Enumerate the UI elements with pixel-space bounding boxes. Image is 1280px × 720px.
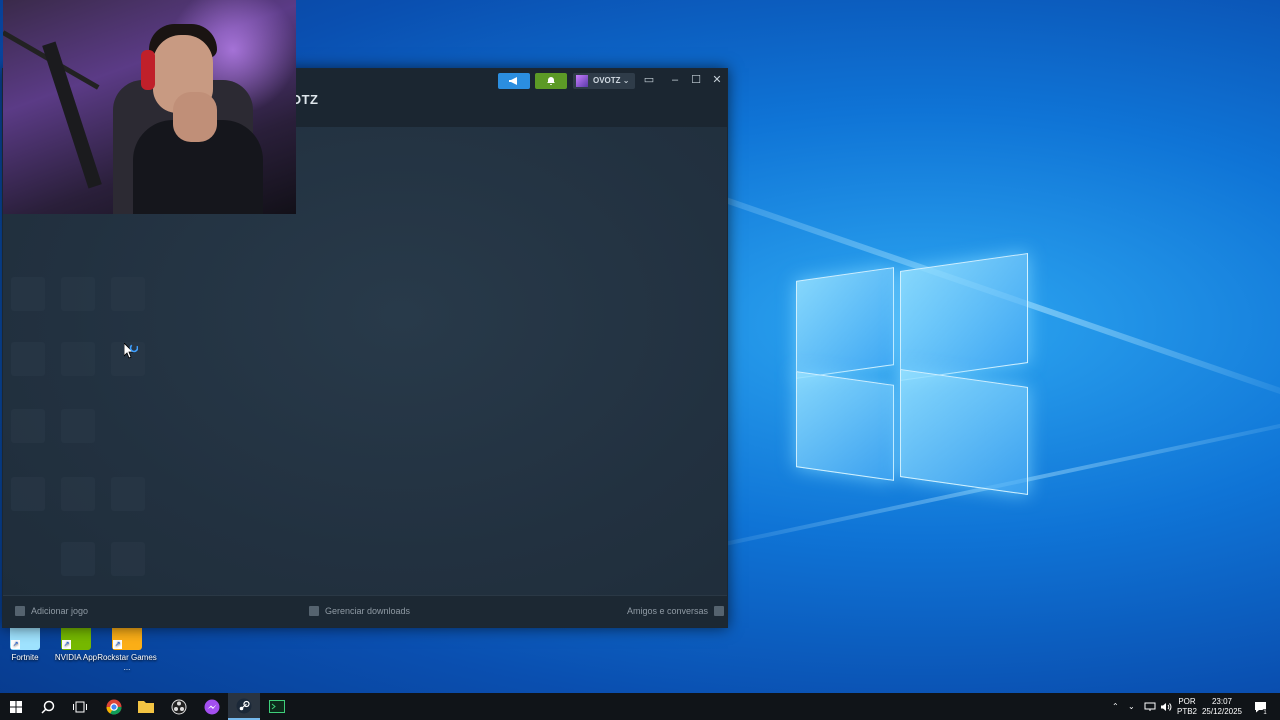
game-tile-placeholder — [61, 277, 95, 311]
clock-date: 25/12/2025 — [1201, 706, 1243, 716]
chrome-icon — [106, 699, 122, 715]
steam-footer: Adicionar jogo Gerenciar downloads Amigo… — [3, 595, 727, 627]
action-center-button[interactable]: 1 — [1250, 693, 1270, 720]
game-tile-placeholder — [111, 277, 145, 311]
speaker-icon — [1161, 702, 1172, 711]
add-game-button[interactable]: Adicionar jogo — [15, 606, 88, 616]
keyboard-layout: PTB2 — [1176, 706, 1197, 716]
tray-expand[interactable]: ⌄ — [1128, 693, 1135, 720]
search-button[interactable] — [32, 693, 64, 720]
game-tile-placeholder — [61, 409, 95, 443]
language-code: POR — [1178, 696, 1196, 706]
webcam-overlay — [3, 0, 296, 214]
manage-downloads-button[interactable]: Gerenciar downloads — [309, 606, 410, 616]
game-tile-placeholder — [11, 477, 45, 511]
big-picture-icon[interactable]: ▭ — [641, 72, 657, 88]
close-button[interactable]: ✕ — [709, 72, 725, 88]
chrome-taskbar-button[interactable] — [98, 693, 130, 720]
game-tile-placeholder — [61, 477, 95, 511]
notification-count: 1 — [1261, 709, 1269, 717]
steam-taskbar-button[interactable] — [228, 693, 260, 720]
input-language-button[interactable]: POR PTB2 — [1176, 693, 1198, 720]
file-explorer-taskbar-button[interactable] — [130, 693, 162, 720]
game-tile-placeholder — [11, 409, 45, 443]
messenger-icon — [204, 699, 220, 714]
bell-icon — [547, 77, 555, 85]
game-tile-placeholder — [111, 542, 145, 576]
network-button[interactable] — [1144, 693, 1156, 720]
taskbar: ⌃ ⌄ POR PTB2 23:07 25/12/2025 1 — [0, 693, 1280, 720]
terminal-taskbar-button[interactable] — [261, 693, 293, 720]
volume-button[interactable] — [1160, 693, 1172, 720]
game-tile-placeholder — [61, 342, 95, 376]
download-icon — [309, 606, 319, 616]
announcements-button[interactable] — [498, 73, 530, 89]
windows-start-icon — [10, 700, 22, 713]
network-icon — [1144, 702, 1156, 711]
busy-cursor-icon — [124, 343, 138, 359]
plus-icon — [15, 606, 25, 616]
clock-time: 23:07 — [1211, 696, 1233, 706]
megaphone-icon — [509, 77, 517, 85]
terminal-icon — [269, 700, 285, 713]
add-game-label: Adicionar jogo — [31, 606, 89, 616]
manage-downloads-label: Gerenciar downloads — [325, 606, 411, 616]
account-menu-button[interactable]: OVOTZ ⌄ — [573, 73, 635, 89]
friends-chat-button[interactable]: Amigos e conversas — [627, 606, 725, 616]
steam-icon — [236, 698, 252, 713]
search-icon — [41, 700, 55, 714]
start-button[interactable] — [0, 693, 32, 720]
friends-chat-label: Amigos e conversas — [627, 606, 709, 616]
obs-icon — [171, 699, 187, 714]
game-tile-placeholder — [11, 342, 45, 376]
game-tile-placeholder — [61, 542, 95, 576]
chevron-down-icon: ⌄ — [622, 76, 630, 85]
minimize-button[interactable]: – — [667, 72, 683, 88]
task-view-button[interactable] — [64, 693, 96, 720]
game-tile-placeholder — [11, 277, 45, 311]
task-view-icon — [73, 701, 87, 712]
messenger-taskbar-button[interactable] — [196, 693, 228, 720]
obs-taskbar-button[interactable] — [163, 693, 195, 720]
notifications-button[interactable] — [535, 73, 567, 89]
avatar — [576, 75, 588, 87]
folder-icon — [138, 701, 154, 713]
chevron-down-icon: ⌄ — [1128, 702, 1135, 711]
windows-logo-wallpaper — [796, 253, 1028, 495]
desktop-icon-label: Rockstar Games ... — [97, 653, 157, 672]
show-hidden-icons-button[interactable]: ⌃ — [1112, 693, 1119, 720]
chevron-up-icon: ⌃ — [1112, 702, 1119, 711]
account-name: OVOTZ — [593, 76, 621, 85]
game-tile-placeholder — [111, 477, 145, 511]
friends-icon — [714, 606, 725, 616]
maximize-button[interactable]: ☐ — [688, 72, 704, 88]
clock-button[interactable]: 23:07 25/12/2025 — [1200, 693, 1244, 720]
